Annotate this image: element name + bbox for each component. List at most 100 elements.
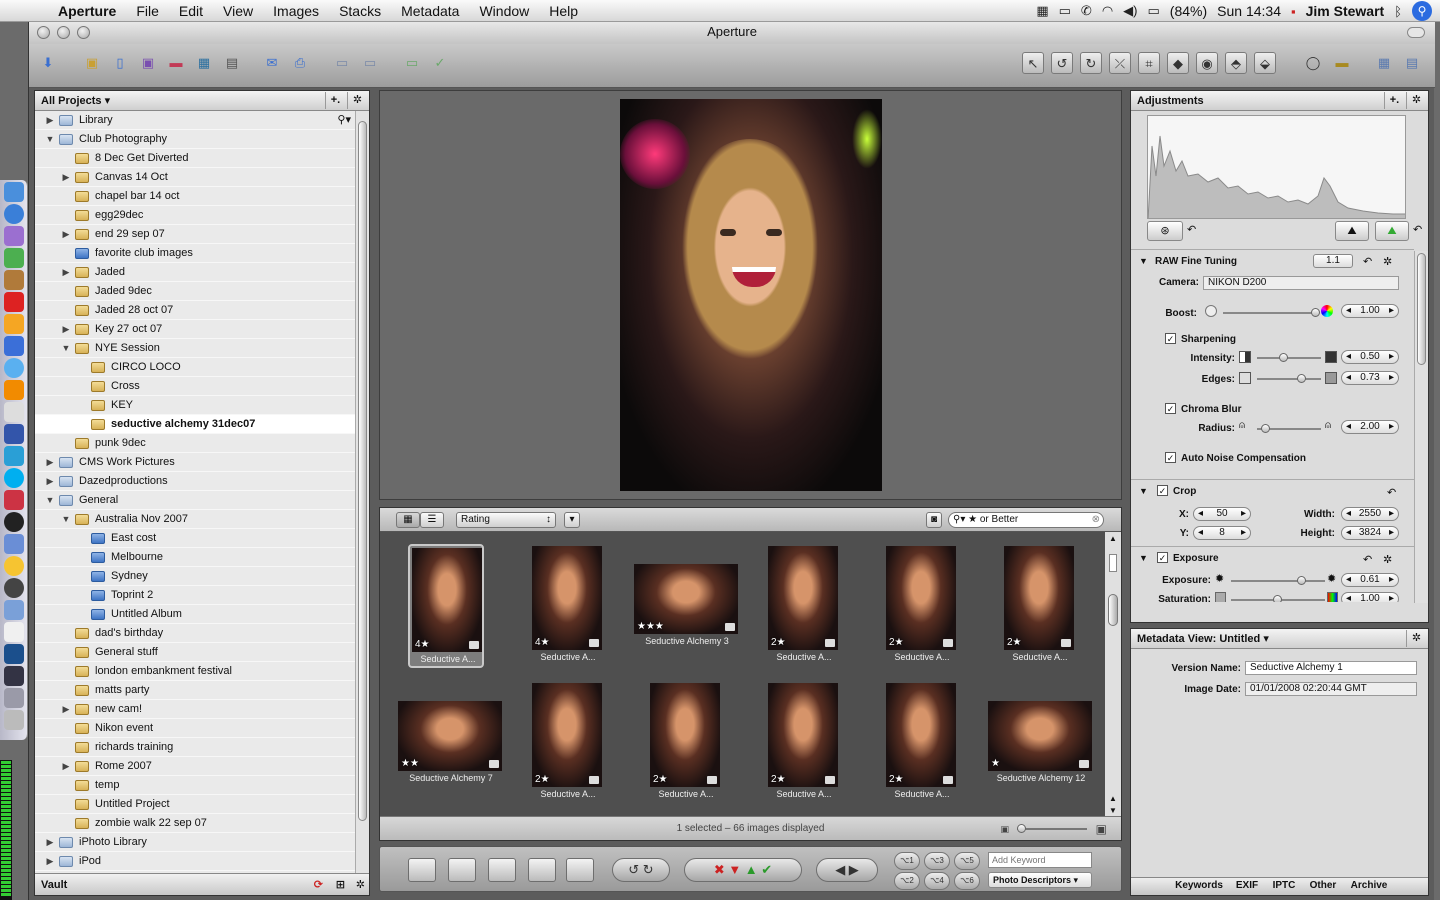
dock-app-icon[interactable]	[4, 512, 24, 532]
new-album-icon[interactable]: ▯	[109, 52, 131, 74]
histogram-options-icon[interactable]: ⊛	[1147, 221, 1183, 241]
image-thumbnail[interactable]: 4★ Seductive A...	[408, 544, 484, 668]
dock-app-icon[interactable]	[4, 622, 24, 642]
crop-y-stepper[interactable]: ◂ 8 ▸	[1193, 526, 1251, 540]
add-keyword-input[interactable]	[988, 852, 1092, 868]
project-tree-row[interactable]: ▶ Jaded	[35, 263, 355, 282]
vault-action-icon[interactable]: ✲	[356, 874, 365, 896]
new-web-gallery-icon[interactable]: ▤	[221, 52, 243, 74]
project-tree-row[interactable]: Untitled Project	[35, 795, 355, 814]
image-thumbnail[interactable]: 2★ Seductive A...	[766, 681, 842, 805]
project-tree-row[interactable]: Jaded 28 oct 07	[35, 301, 355, 320]
straighten-tool-icon[interactable]: ⤫	[1109, 52, 1131, 74]
rotate-left-tool-icon[interactable]: ↺	[1051, 52, 1073, 74]
menu-window[interactable]: Window	[469, 0, 539, 22]
project-tree-row[interactable]: ▼ Australia Nov 2007	[35, 510, 355, 529]
menu-app[interactable]: Aperture	[48, 0, 126, 22]
project-tree-row[interactable]: Sydney	[35, 567, 355, 586]
crop-tool-icon[interactable]: ⌗	[1138, 52, 1160, 74]
loupe-icon[interactable]: ◯	[1302, 52, 1324, 74]
browser-scrollbar[interactable]: ▲ ▲ ▼	[1105, 532, 1121, 817]
list-view-icon[interactable]: ☰	[420, 512, 444, 528]
edges-knob[interactable]	[1297, 374, 1306, 383]
scroll-thumb[interactable]	[1108, 594, 1118, 626]
exposure-stepper[interactable]: ◂ 0.61 ▸	[1341, 573, 1399, 587]
rgb-icon[interactable]: ⛰	[1375, 221, 1409, 241]
red-eye-tool-icon[interactable]: ◉	[1196, 52, 1218, 74]
wifi-icon[interactable]: ◠	[1102, 3, 1113, 19]
scroll-thumb[interactable]	[358, 121, 367, 821]
new-book-icon[interactable]: ▬	[165, 52, 187, 74]
dock-app-icon[interactable]	[4, 534, 24, 554]
apple-menu-icon[interactable]	[16, 0, 38, 22]
disclosure-closed-icon[interactable]: ▶	[61, 168, 71, 187]
disclosure-closed-icon[interactable]: ▶	[61, 263, 71, 282]
intensity-stepper[interactable]: ◂ 0.50 ▸	[1341, 350, 1399, 364]
dock-trash-icon[interactable]	[4, 710, 24, 730]
compare-icon[interactable]: ▭	[401, 52, 423, 74]
menu-images[interactable]: Images	[263, 0, 329, 22]
project-tree-row[interactable]: dad's birthday	[35, 624, 355, 643]
user-name[interactable]: Jim Stewart	[1306, 3, 1385, 19]
reset-icon[interactable]: ↶	[1413, 223, 1422, 236]
project-tree-row[interactable]: ▶ Rome 2007	[35, 757, 355, 776]
disclosure-closed-icon[interactable]: ▶	[61, 225, 71, 244]
stamp-tool-icon[interactable]: ⬙	[1254, 52, 1276, 74]
new-light-table-icon[interactable]: ▦	[193, 52, 215, 74]
rotate-buttons[interactable]: ↺ ↻	[612, 858, 670, 882]
project-tree-row[interactable]: 8 Dec Get Diverted	[35, 149, 355, 168]
viewer-mode-button[interactable]	[408, 858, 436, 882]
exposure-slider[interactable]	[1231, 576, 1325, 585]
edges-stepper[interactable]: ◂ 0.73 ▸	[1341, 371, 1399, 385]
spaces-icon[interactable]: ▦	[1036, 3, 1048, 19]
project-tree-row[interactable]: KEY	[35, 396, 355, 415]
project-tree-row[interactable]: punk 9dec	[35, 434, 355, 453]
boost-knob[interactable]	[1311, 308, 1320, 317]
saturation-stepper[interactable]: ◂ 1.00 ▸	[1341, 592, 1399, 602]
radius-stepper[interactable]: ◂ 2.00 ▸	[1341, 420, 1399, 434]
project-tree-row[interactable]: ▼ Club Photography	[35, 130, 355, 149]
disclosure-closed-icon[interactable]: ▶	[45, 453, 55, 472]
boost-slider[interactable]	[1223, 308, 1320, 317]
email-icon[interactable]: ✉	[261, 52, 283, 74]
dock-finder-icon[interactable]	[4, 182, 24, 202]
project-tree-row[interactable]: ▶ Canvas 14 Oct	[35, 168, 355, 187]
scroll-down-icon[interactable]: ▼	[1105, 806, 1121, 815]
dock-safari-icon[interactable]	[4, 204, 24, 224]
keyword-button[interactable]: ⌥3	[924, 852, 950, 870]
sharpening-checkbox[interactable]: ✓	[1165, 333, 1176, 344]
image-thumbnail[interactable]: 2★ Seductive A...	[1002, 544, 1078, 668]
project-tree-row[interactable]: egg29dec	[35, 206, 355, 225]
project-tree-row[interactable]: Melbourne	[35, 548, 355, 567]
crop-height-stepper[interactable]: ◂ 3824 ▸	[1341, 526, 1399, 540]
volume-icon[interactable]: ◀)	[1123, 3, 1137, 19]
disclosure-triangle-icon[interactable]: ▼	[1139, 553, 1148, 563]
disclosure-closed-icon[interactable]: ▶	[45, 833, 55, 852]
rotate-right-tool-icon[interactable]: ↻	[1080, 52, 1102, 74]
image-thumbnail[interactable]: 2★ Seductive A...	[884, 681, 960, 805]
radius-slider[interactable]	[1257, 424, 1321, 433]
image-thumbnail[interactable]: 2★ Seductive A...	[648, 681, 724, 805]
adjustments-scrollbar[interactable]	[1414, 251, 1428, 603]
scroll-slider-knob[interactable]	[1109, 554, 1117, 572]
browser-only-button[interactable]	[488, 858, 516, 882]
luminance-icon[interactable]: ⛰	[1335, 221, 1369, 241]
scroll-up-icon[interactable]: ▲	[1105, 794, 1121, 803]
raw-action-icon[interactable]: ✲	[1383, 255, 1392, 268]
project-tree-row[interactable]: chapel bar 14 oct	[35, 187, 355, 206]
tab-exif[interactable]: EXIF	[1229, 880, 1265, 891]
menu-edit[interactable]: Edit	[169, 0, 213, 22]
project-tree-row[interactable]: london embankment festival	[35, 662, 355, 681]
project-tree-row[interactable]: ▶ end 29 sep 07	[35, 225, 355, 244]
inspector-hud-icon[interactable]: ▬	[1331, 52, 1353, 74]
rating-buttons[interactable]: ✖ ▼ ▲ ✔	[684, 858, 802, 882]
disclosure-closed-icon[interactable]: ▶	[45, 852, 55, 871]
tab-keywords[interactable]: Keywords	[1171, 880, 1227, 891]
crop-width-stepper[interactable]: ◂ 2550 ▸	[1341, 507, 1399, 521]
dock-app-icon[interactable]	[4, 226, 24, 246]
image-thumbnail[interactable]: 2★ Seductive A...	[766, 544, 842, 668]
project-tree-row[interactable]: favorite club images	[35, 244, 355, 263]
auto-noise-checkbox[interactable]: ✓	[1165, 452, 1176, 463]
keyword-set-select[interactable]: Photo Descriptors ▾	[988, 872, 1092, 888]
disclosure-open-icon[interactable]: ▼	[61, 510, 71, 529]
